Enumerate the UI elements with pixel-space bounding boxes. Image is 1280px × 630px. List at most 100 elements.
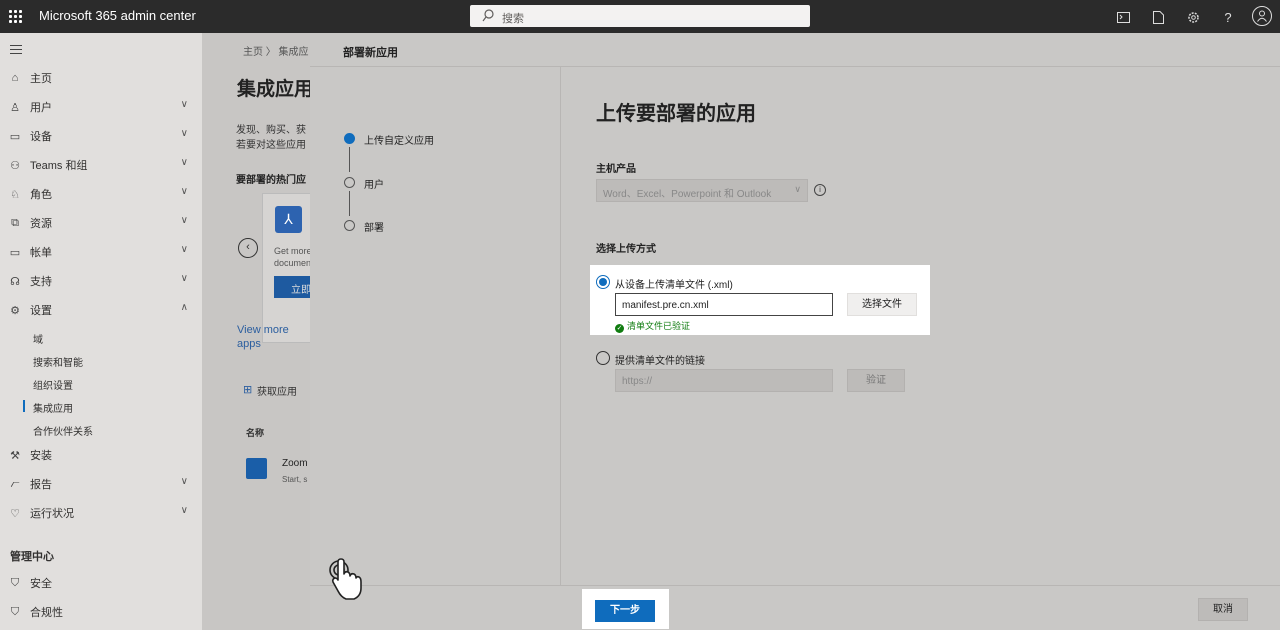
card-description: Get more bbox=[274, 246, 310, 256]
chevron-down-icon: ∨ bbox=[180, 157, 188, 168]
search-icon bbox=[482, 9, 494, 22]
wrench-icon: ⚒ bbox=[10, 449, 20, 462]
nav-item-settings[interactable]: ⚙ 设置 ∧ bbox=[0, 299, 202, 321]
hamburger-icon[interactable] bbox=[10, 45, 22, 57]
chevron-down-icon: ∨ bbox=[180, 186, 188, 197]
manifest-file-field[interactable]: manifest.pre.cn.xml bbox=[615, 293, 833, 316]
sub-item-domains[interactable]: 域 bbox=[33, 331, 43, 346]
section-heading: 上传要部署的应用 bbox=[596, 103, 756, 125]
chevron-down-icon: ∨ bbox=[180, 273, 188, 284]
search-placeholder: 搜索 bbox=[502, 13, 524, 25]
shield-icon: ⛉ bbox=[10, 605, 20, 618]
step-users-label: 用户 bbox=[364, 180, 384, 191]
page-title: 集成应用 bbox=[237, 79, 310, 100]
radio-link-label[interactable]: 提供清单文件的链接 bbox=[615, 352, 705, 367]
nav-item-label: 运行状况 bbox=[30, 508, 74, 520]
validation-status: ✓ 清单文件已验证 bbox=[615, 319, 690, 333]
chevron-left-icon[interactable]: ‹ bbox=[238, 238, 258, 258]
verify-button[interactable]: 验证 bbox=[847, 369, 905, 392]
get-apps-button[interactable]: 获取应用 bbox=[257, 383, 297, 398]
chevron-down-icon: ∨ bbox=[180, 505, 188, 516]
manifest-url-field[interactable]: https:// bbox=[615, 369, 833, 392]
card-get-now-button[interactable]: 立即 bbox=[274, 276, 310, 298]
gear-icon[interactable] bbox=[1182, 6, 1204, 28]
chevron-down-icon: ∨ bbox=[180, 99, 188, 110]
headset-icon: ☊ bbox=[10, 275, 20, 288]
nav-item-security[interactable]: ⛉ 安全 bbox=[0, 572, 202, 594]
nav-item-home[interactable]: ⌂ 主页 bbox=[0, 67, 202, 89]
nav-item-label: 安装 bbox=[30, 450, 52, 462]
nav-item-reports[interactable]: ⦧ 报告 ∨ bbox=[0, 473, 202, 495]
people-icon: ⚇ bbox=[10, 159, 20, 172]
chevron-down-icon: ∨ bbox=[180, 215, 188, 226]
app-row-title[interactable]: Zoom bbox=[282, 458, 308, 469]
nav-item-label: 角色 bbox=[30, 189, 52, 201]
nav-item-users[interactable]: ♙ 用户 ∨ bbox=[0, 96, 202, 118]
role-icon: ♘ bbox=[10, 188, 20, 201]
choose-file-button[interactable]: 选择文件 bbox=[847, 293, 917, 316]
nav-item-roles[interactable]: ♘ 角色 ∨ bbox=[0, 183, 202, 205]
page-description-2: 若要对这些应用 bbox=[236, 140, 306, 151]
nav-item-setup[interactable]: ⚒ 安装 bbox=[0, 444, 202, 466]
view-more-link[interactable]: View more bbox=[237, 324, 289, 336]
person-icon: ♙ bbox=[10, 101, 20, 114]
nav-item-compliance[interactable]: ⛉ 合规性 bbox=[0, 601, 202, 623]
deploy-panel: 部署新应用 上传自定义应用 用户 部署 上传要部署的应用 主机产品 Word、E… bbox=[310, 33, 1280, 630]
help-icon[interactable]: ? bbox=[1217, 6, 1239, 28]
nav-item-label: 合规性 bbox=[30, 607, 63, 619]
app-title[interactable]: Microsoft 365 admin center bbox=[39, 8, 196, 23]
radio-provide-link[interactable] bbox=[596, 351, 610, 365]
admin-centers-heading: 管理中心 bbox=[10, 551, 54, 563]
laptop-icon: ▭ bbox=[9, 130, 21, 143]
nav-item-billing[interactable]: ▭ 帐单 ∨ bbox=[0, 241, 202, 263]
nav-item-devices[interactable]: ▭ 设备 ∨ bbox=[0, 125, 202, 147]
sub-item-search[interactable]: 搜索和智能 bbox=[33, 354, 83, 369]
nav-item-resources[interactable]: ⧉ 资源 ∨ bbox=[0, 212, 202, 234]
billing-icon: ▭ bbox=[9, 246, 21, 259]
step-connector bbox=[349, 191, 350, 216]
resource-icon: ⧉ bbox=[11, 216, 19, 229]
step-connector bbox=[349, 147, 350, 172]
nav-item-label: 主页 bbox=[30, 73, 52, 85]
user-avatar-icon[interactable] bbox=[1252, 6, 1272, 26]
nav-item-label: 支持 bbox=[30, 276, 52, 288]
home-icon: ⌂ bbox=[11, 72, 19, 84]
radio-upload-label[interactable]: 从设备上传清单文件 (.xml) bbox=[615, 276, 733, 291]
nav-item-health[interactable]: ♡ 运行状况 ∨ bbox=[0, 502, 202, 524]
chevron-down-icon: ∨ bbox=[180, 244, 188, 255]
next-button[interactable]: 下一步 bbox=[595, 600, 655, 622]
app-launcher-icon[interactable] bbox=[9, 10, 22, 23]
view-more-link-2[interactable]: apps bbox=[237, 338, 261, 350]
host-product-value: Word、Excel、Powerpoint 和 Outlook bbox=[603, 189, 772, 200]
sub-item-org-settings[interactable]: 组织设置 bbox=[33, 377, 73, 392]
upload-method-label: 选择上传方式 bbox=[596, 244, 656, 255]
nav-item-label: 设备 bbox=[30, 131, 52, 143]
panel-footer: 下一步 取消 bbox=[310, 585, 1280, 630]
radio-upload-from-device[interactable] bbox=[596, 275, 610, 289]
search-box[interactable]: 搜索 bbox=[470, 5, 810, 27]
panel-header: 部署新应用 bbox=[310, 33, 1280, 67]
terminal-icon[interactable] bbox=[1112, 6, 1134, 28]
step-dot bbox=[344, 220, 355, 231]
grid-icon: ⊞ bbox=[243, 384, 253, 396]
validation-text: 清单文件已验证 bbox=[627, 321, 691, 331]
info-icon[interactable]: i bbox=[814, 184, 826, 196]
cancel-button[interactable]: 取消 bbox=[1198, 598, 1248, 621]
document-icon[interactable] bbox=[1147, 6, 1169, 28]
step-upload-label: 上传自定义应用 bbox=[364, 136, 434, 147]
column-header-name: 名称 bbox=[246, 428, 265, 438]
step-dot bbox=[344, 177, 355, 188]
app-row-subtitle: Start, s bbox=[282, 475, 308, 484]
nav-item-label: 报告 bbox=[30, 479, 52, 491]
sub-item-integrated-apps[interactable]: 集成应用 bbox=[33, 400, 73, 415]
nav-item-label: 帐单 bbox=[30, 247, 52, 259]
nav-item-support[interactable]: ☊ 支持 ∨ bbox=[0, 270, 202, 292]
left-nav: ⌂ 主页 ♙ 用户 ∨ ▭ 设备 ∨ ⚇ Teams 和组 ∨ ♘ 角色 ∨ ⧉… bbox=[0, 33, 202, 630]
zoom-app-icon bbox=[246, 458, 267, 479]
panel-title: 部署新应用 bbox=[343, 47, 398, 59]
nav-item-teams[interactable]: ⚇ Teams 和组 ∨ bbox=[0, 154, 202, 176]
sub-item-partners[interactable]: 合作伙伴关系 bbox=[33, 423, 93, 438]
nav-item-label: Teams 和组 bbox=[30, 160, 88, 172]
pdf-app-icon: ⅄ bbox=[275, 206, 302, 233]
host-product-dropdown[interactable]: Word、Excel、Powerpoint 和 Outlook ∨ bbox=[596, 179, 808, 202]
